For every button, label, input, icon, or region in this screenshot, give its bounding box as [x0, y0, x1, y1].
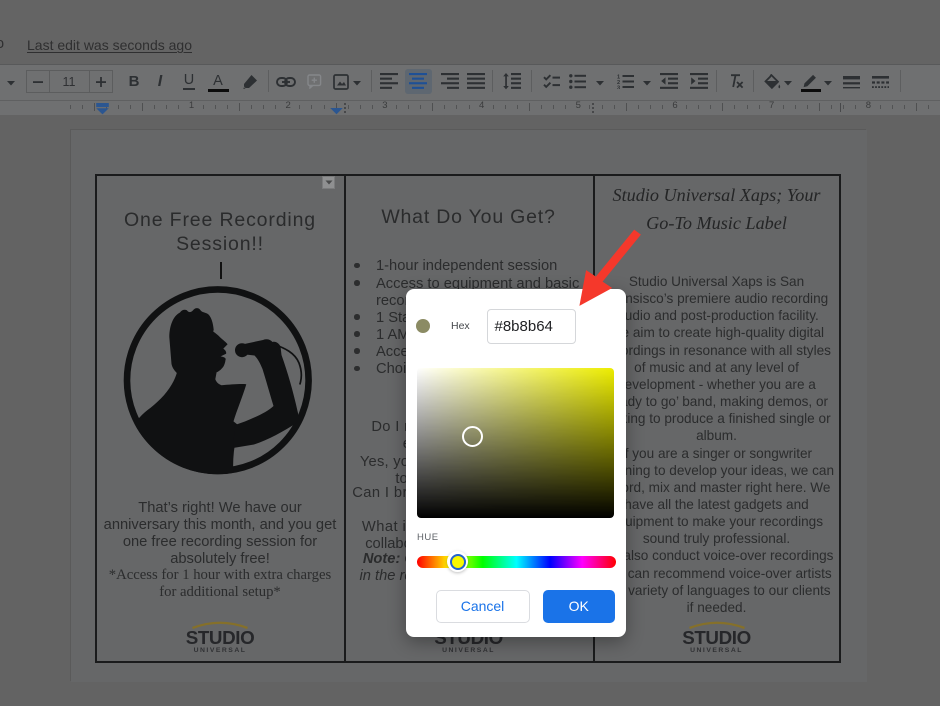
svg-text:3: 3	[617, 85, 620, 89]
